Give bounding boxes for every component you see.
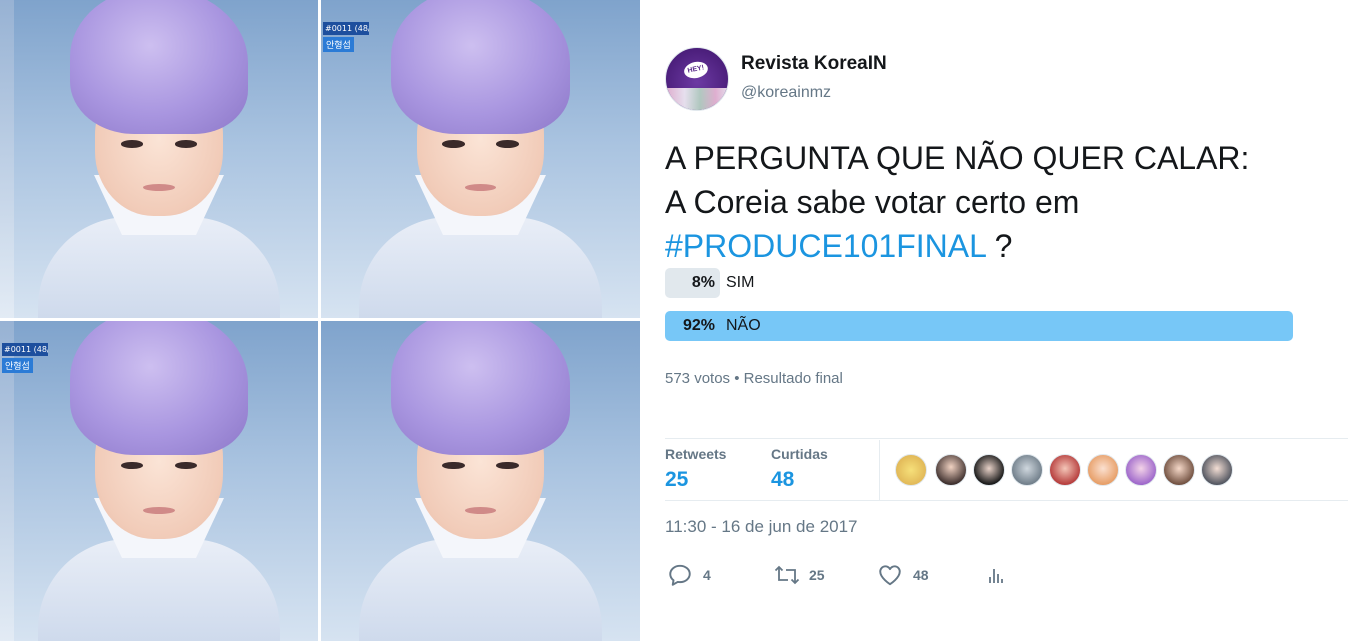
like-button[interactable]: 48	[877, 562, 947, 588]
caption-code: #0011 (48/100명)	[2, 343, 48, 356]
reply-icon	[669, 564, 691, 586]
retweets-stat[interactable]: Retweets 25	[665, 446, 726, 492]
caption-name: 안형섭	[323, 37, 354, 52]
caption-code: #0011 (48/100명)	[323, 22, 369, 35]
liker-avatar[interactable]	[935, 454, 967, 486]
poll-meta: 573 votos • Resultado final	[665, 370, 843, 387]
display-name[interactable]: Revista KoreaIN	[741, 53, 887, 75]
heart-icon	[879, 565, 901, 586]
liker-avatar[interactable]	[1011, 454, 1043, 486]
divider	[665, 438, 1348, 439]
liker-avatar[interactable]	[1087, 454, 1119, 486]
hashtag-link[interactable]: #PRODUCE101FINAL	[665, 228, 986, 264]
retweet-button[interactable]: 25	[773, 562, 843, 588]
user-handle[interactable]: @koreainmz	[741, 84, 831, 102]
reply-button[interactable]: 4	[667, 562, 727, 588]
retweet-icon	[774, 565, 800, 585]
tweet-text-line-2: A Coreia sabe votar certo em	[665, 184, 1080, 220]
avatar-badge: HEY!	[682, 59, 710, 81]
divider	[665, 500, 1348, 501]
profile-avatar[interactable]: HEY!	[665, 47, 729, 111]
poll-percent: 92%	[682, 317, 715, 334]
poll-percent: 8%	[691, 274, 715, 291]
retweet-count: 25	[809, 567, 825, 583]
analytics-icon	[989, 569, 1003, 583]
poll-option-label: NÃO	[726, 317, 761, 334]
liker-avatar[interactable]	[973, 454, 1005, 486]
tweet-text-line-3: #PRODUCE101FINAL ?	[665, 224, 1345, 268]
tweet-card: HEY! Revista KoreaIN @koreainmz A PERGUN…	[640, 0, 1348, 641]
collage-photo-2[interactable]: #0011 (48/100명) 안형섭	[321, 0, 640, 318]
likes-value: 48	[771, 468, 795, 491]
collage-photo-1[interactable]	[0, 0, 318, 318]
tweet-timestamp[interactable]: 11:30 - 16 de jun de 2017	[665, 517, 858, 537]
tweet-text: A PERGUNTA QUE NÃO QUER CALAR: A Coreia …	[665, 136, 1345, 268]
broadcast-caption: #0011 (48/100명) 안형섭	[323, 22, 369, 52]
likes-stat[interactable]: Curtidas 48	[771, 446, 828, 492]
liker-avatar[interactable]	[1125, 454, 1157, 486]
like-count: 48	[913, 567, 929, 583]
reply-count: 4	[703, 567, 711, 583]
tweet-text-line-1: A PERGUNTA QUE NÃO QUER CALAR:	[665, 140, 1250, 176]
likes-label: Curtidas	[771, 446, 828, 462]
liker-avatar[interactable]	[1163, 454, 1195, 486]
collage-photo-4[interactable]	[321, 321, 640, 641]
liker-avatar[interactable]	[895, 454, 927, 486]
photo-collage: #0011 (48/100명) 안형섭 #0011 (48/100명) 안형섭	[0, 0, 640, 641]
broadcast-caption: #0011 (48/100명) 안형섭	[2, 343, 48, 373]
caption-name: 안형섭	[2, 358, 33, 373]
poll-option-sim: 8% SIM	[665, 268, 1348, 298]
liker-avatar[interactable]	[1201, 454, 1233, 486]
stats-separator	[879, 440, 880, 500]
poll-option-nao: 92% NÃO	[665, 311, 1348, 341]
retweets-value: 25	[665, 468, 689, 491]
retweets-label: Retweets	[665, 446, 727, 462]
liker-avatar[interactable]	[1049, 454, 1081, 486]
analytics-button[interactable]	[984, 562, 1010, 588]
poll-option-label: SIM	[726, 274, 755, 291]
tweet-text-tail: ?	[985, 228, 1013, 264]
collage-photo-3[interactable]: #0011 (48/100명) 안형섭	[0, 321, 318, 641]
